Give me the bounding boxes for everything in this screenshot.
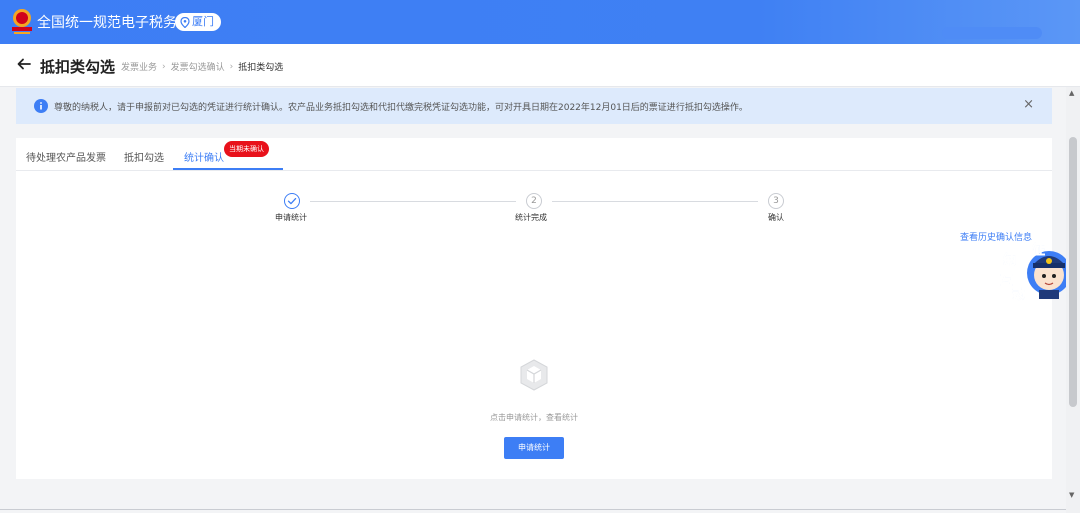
chevron-right-icon: › <box>229 61 234 72</box>
notice-banner: 尊敬的纳税人，请于申报前对已勾选的凭证进行统计确认。农产品业务抵扣勾选和代扣代缴… <box>16 88 1052 124</box>
empty-state-text: 点击申请统计，查看统计 <box>490 413 578 422</box>
top-bar: 全国统一规范电子税务局 厦门 <box>0 0 1080 44</box>
step-number: 2 <box>526 193 542 209</box>
vertical-scrollbar[interactable]: ▲ ▼ <box>1066 87 1080 513</box>
progress-steps: 申请统计 2 统计完成 3 确认 <box>16 193 1052 233</box>
scroll-down-icon[interactable]: ▼ <box>1069 491 1074 499</box>
divider <box>0 509 1066 510</box>
step-label: 确认 <box>768 213 784 222</box>
empty-box-icon <box>520 359 548 391</box>
status-badge: 当期未确认 <box>224 141 269 157</box>
interaction-mascot-icon[interactable]: 征 纳 互 动 <box>995 237 1073 307</box>
step-label: 统计完成 <box>515 213 547 222</box>
tab-pending-farm-invoices[interactable]: 待处理农产品发票 <box>26 149 106 164</box>
scroll-up-icon[interactable]: ▲ <box>1069 89 1074 97</box>
scrollbar-thumb[interactable] <box>1069 137 1077 407</box>
tab-deduction-select[interactable]: 抵扣勾选 <box>124 149 164 164</box>
breadcrumb: 发票业务 › 发票勾选确认 › 抵扣类勾选 <box>121 60 284 74</box>
main-card: 待处理农产品发票 抵扣勾选 统计确认 当期未确认 申请统计 2 统计完成 3 确… <box>16 138 1052 479</box>
location-pin-icon <box>180 16 190 28</box>
check-icon <box>284 193 300 209</box>
site-title: 全国统一规范电子税务局 <box>37 15 191 31</box>
close-icon[interactable]: × <box>1023 97 1034 112</box>
step-connector <box>310 201 516 202</box>
breadcrumb-item[interactable]: 发票业务 <box>121 60 157 73</box>
mascot-char: 纳 <box>1003 252 1016 268</box>
mascot-char: 互 <box>1000 274 1013 289</box>
city-label: 厦门 <box>192 15 214 28</box>
notice-text: 尊敬的纳税人，请于申报前对已勾选的凭证进行统计确认。农产品业务抵扣勾选和代扣代缴… <box>54 103 748 113</box>
step-number: 3 <box>768 193 784 209</box>
page-header: 抵扣类勾选 发票业务 › 发票勾选确认 › 抵扣类勾选 <box>0 44 1080 87</box>
tab-statistics-confirm[interactable]: 统计确认 <box>184 149 224 164</box>
breadcrumb-item[interactable]: 发票勾选确认 <box>171 60 225 73</box>
page-title: 抵扣类勾选 <box>40 58 116 76</box>
mascot-char: 动 <box>1012 288 1025 303</box>
back-arrow-icon[interactable] <box>16 56 32 72</box>
info-icon <box>34 99 48 113</box>
chevron-right-icon: › <box>162 61 166 72</box>
tab-bar: 待处理农产品发票 抵扣勾选 统计确认 当期未确认 <box>16 138 1052 171</box>
apply-statistics-button[interactable]: 申请统计 <box>504 437 564 459</box>
breadcrumb-current: 抵扣类勾选 <box>238 63 284 73</box>
active-tab-indicator <box>173 168 283 170</box>
city-selector[interactable]: 厦门 <box>175 13 221 31</box>
mascot-char: 征 <box>1032 242 1045 258</box>
tax-emblem-icon <box>12 9 32 34</box>
user-info-area[interactable] <box>942 27 1042 39</box>
step-label: 申请统计 <box>275 213 307 222</box>
step-connector <box>552 201 758 202</box>
